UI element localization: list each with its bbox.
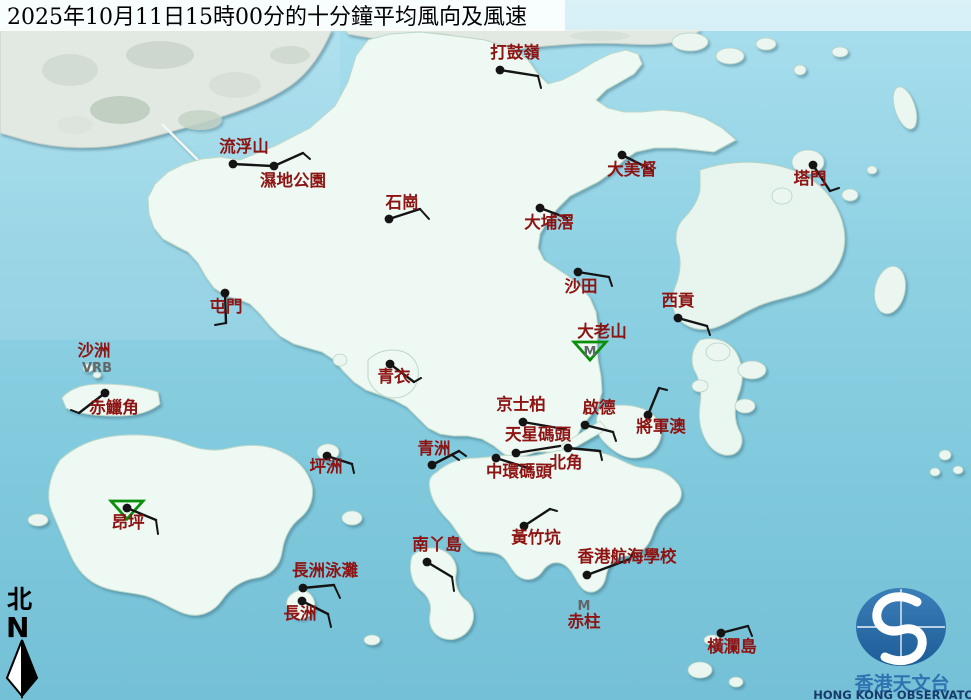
station-dot bbox=[423, 558, 432, 567]
station-label: 天星碼頭 bbox=[505, 425, 572, 444]
station-dot bbox=[101, 389, 110, 398]
station-dot bbox=[270, 162, 279, 171]
station-label: 打鼓嶺 bbox=[490, 42, 540, 62]
hk-wind-map: 打鼓嶺流浮山濕地公園石崗 大美督 塔門大埔滘沙田西貢 M 大老山 屯門 VRB沙洲赤鱲角 青衣… bbox=[0, 0, 971, 700]
station-label: 青衣 bbox=[378, 366, 412, 386]
station-label: 流浮山 bbox=[219, 136, 269, 156]
compass-letter: N bbox=[6, 611, 29, 644]
station-label: 大美督 bbox=[607, 159, 657, 179]
variable-wind-marker: VRB bbox=[82, 361, 112, 376]
compass-hanzi: 北 bbox=[7, 585, 32, 614]
station-dot bbox=[385, 215, 394, 224]
station-label: 沙田 bbox=[565, 277, 598, 296]
title-bar: 2025年10月11日15時00分的十分鐘平均風向及風速 bbox=[0, 0, 971, 31]
station-label: 大埔滘 bbox=[524, 212, 574, 232]
station-dot bbox=[674, 314, 683, 323]
station-label: 坪洲 bbox=[310, 457, 343, 476]
wind-map-screenshot: 打鼓嶺流浮山濕地公園石崗 大美督 塔門大埔滘沙田西貢 M 大老山 屯門 VRB沙洲赤鱲角 青衣… bbox=[0, 0, 971, 700]
station-label: 西貢 bbox=[662, 291, 696, 310]
station-label: 北角 bbox=[550, 452, 583, 472]
station-label: 長洲泳灘 bbox=[292, 560, 359, 580]
station-dot bbox=[229, 160, 238, 169]
station-label: 赤柱 bbox=[568, 611, 602, 631]
station-label: 濕地公園 bbox=[260, 170, 326, 190]
station-dot bbox=[512, 449, 521, 458]
station-label: 長洲 bbox=[284, 604, 317, 623]
station-label: 將軍澳 bbox=[636, 416, 686, 436]
station-label: 石崗 bbox=[385, 193, 419, 212]
station-label: 橫瀾島 bbox=[707, 636, 757, 656]
hko-logo-text-en: HONG KONG OBSERVATORY bbox=[813, 688, 971, 700]
station-label: 赤鱲角 bbox=[89, 397, 139, 417]
station-label: 大老山 bbox=[577, 321, 627, 341]
map-title: 2025年10月11日15時00分的十分鐘平均風向及風速 bbox=[7, 5, 527, 30]
station-label: 京士柏 bbox=[496, 394, 546, 414]
station-label: 昂坪 bbox=[112, 513, 146, 532]
station-dot bbox=[574, 268, 583, 277]
station-label: 青洲 bbox=[418, 438, 451, 458]
station-label: 中環碼頭 bbox=[486, 461, 553, 481]
station-label: 沙洲 bbox=[78, 341, 111, 360]
station-dot bbox=[581, 421, 590, 430]
station-dot bbox=[564, 444, 573, 453]
station-dot bbox=[536, 204, 545, 213]
station-label: 塔門 bbox=[794, 168, 827, 188]
station-dot bbox=[428, 461, 437, 470]
station-dot bbox=[583, 571, 592, 580]
station-dot bbox=[299, 584, 308, 593]
station-dot bbox=[496, 66, 505, 75]
missing-data-marker: M bbox=[584, 345, 597, 360]
station-label: 香港航海學校 bbox=[578, 546, 678, 566]
station-label: 啟德 bbox=[583, 397, 617, 417]
station-label: 黃竹坑 bbox=[510, 527, 561, 547]
station-dot bbox=[618, 151, 627, 160]
station: VRB沙洲 bbox=[78, 341, 112, 376]
station-dot bbox=[123, 504, 132, 513]
station-label: 南丫島 bbox=[412, 534, 462, 554]
station-label: 屯門 bbox=[210, 296, 243, 316]
